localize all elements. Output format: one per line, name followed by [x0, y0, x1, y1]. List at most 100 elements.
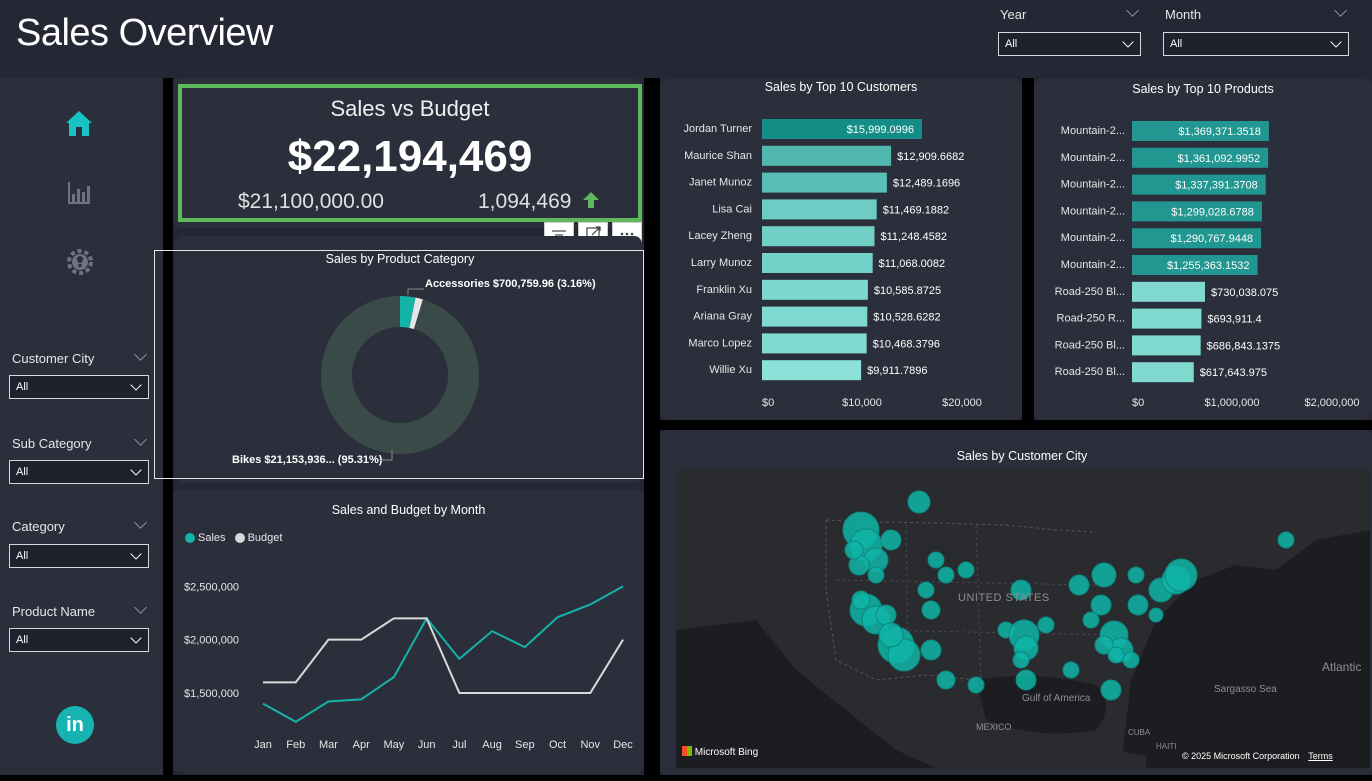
x-tick-label: Dec: [613, 739, 633, 751]
bar[interactable]: [762, 306, 868, 327]
map-copyright: © 2025 Microsoft Corporation Terms: [1182, 751, 1333, 761]
bar-value-label: $686,843.1375: [1207, 340, 1280, 352]
line-chart-title: Sales and Budget by Month: [331, 503, 486, 517]
dashboard: Sales Overview Year All Month All Custom…: [0, 0, 1372, 775]
bar-category-label: Mountain-2...: [1061, 205, 1125, 217]
sub-category-dropdown[interactable]: All: [9, 460, 149, 484]
bar-category-label: Willie Xu: [709, 364, 752, 376]
chevron-down-icon[interactable]: [134, 348, 147, 361]
legend-item-sales[interactable]: Sales: [185, 532, 226, 544]
bar-category-label: Ariana Gray: [693, 311, 752, 323]
chevron-down-icon[interactable]: [1334, 4, 1347, 17]
customer-city-slicer-label: Customer City: [12, 351, 95, 366]
series-line-budget[interactable]: [263, 617, 624, 694]
bar-value-label: $11,248.4582: [880, 231, 946, 243]
bar-value-label: $1,361,092.9952: [1178, 153, 1261, 165]
bar-value-label: $1,255,363.1532: [1167, 260, 1250, 272]
map-label-mexico: MEXICO: [976, 722, 1012, 732]
month-dropdown[interactable]: All: [1163, 32, 1349, 56]
bar[interactable]: [1132, 362, 1194, 383]
chevron-down-icon[interactable]: [1126, 4, 1139, 17]
bar-category-label: Road-250 Bl...: [1055, 339, 1125, 351]
line-chart[interactable]: $1,500,000 $2,000,000 $2,500,000 Jan Feb Mar A…: [173, 555, 644, 765]
x-tick-label: $10,000: [842, 397, 882, 409]
linkedin-icon[interactable]: in: [56, 706, 94, 744]
bar[interactable]: [762, 226, 875, 247]
bar-value-label: $10,468.3796: [873, 338, 940, 350]
chevron-down-icon: [1122, 36, 1134, 48]
x-tick-label: Mar: [319, 739, 338, 751]
kpi-value: $22,194,469: [287, 132, 533, 181]
page-title: Sales Overview: [16, 12, 273, 54]
bing-logo: Microsoft Bing: [682, 746, 758, 758]
bar-value-label: $1,299,028.6788: [1171, 206, 1254, 218]
x-tick-label: Feb: [286, 739, 305, 751]
bar[interactable]: [1132, 335, 1201, 356]
year-dropdown-value: All: [1005, 38, 1018, 50]
donut-label-bikes: Bikes $21,153,936... (95.31%): [232, 454, 383, 466]
x-tick-label: Oct: [549, 739, 566, 751]
x-tick-label: May: [384, 739, 405, 751]
products-title: Sales by Top 10 Products: [1132, 82, 1274, 96]
map-label-gulf: Gulf of America: [1022, 693, 1091, 704]
map-label-sargasso: Sargasso Sea: [1214, 684, 1277, 695]
home-icon[interactable]: [64, 108, 94, 138]
separator: [644, 78, 660, 775]
customers-title: Sales by Top 10 Customers: [764, 80, 918, 94]
kpi-sales-vs-budget[interactable]: Sales vs Budget $22,194,469 $21,100,000.…: [178, 84, 642, 222]
chevron-down-icon[interactable]: [134, 433, 147, 446]
kpi-difference: 1,094,469: [478, 190, 601, 214]
chevron-down-icon[interactable]: [134, 601, 147, 614]
bar[interactable]: [762, 253, 873, 273]
customer-city-dropdown[interactable]: All: [9, 375, 149, 399]
copyright-text: © 2025 Microsoft Corporation: [1182, 751, 1300, 761]
settings-icon[interactable]: [64, 246, 96, 278]
x-tick-label: Jul: [452, 739, 466, 751]
chevron-down-icon: [130, 464, 142, 476]
legend-label-budget: Budget: [247, 532, 283, 544]
bar-value-label: $12,489.1696: [893, 178, 960, 190]
bar[interactable]: [762, 279, 868, 300]
bar[interactable]: [762, 145, 892, 166]
bar-value-label: $1,290,767.9448: [1170, 233, 1253, 245]
bar[interactable]: [762, 199, 877, 220]
kpi-title: Sales vs Budget: [330, 96, 490, 121]
category-dropdown[interactable]: All: [9, 544, 149, 568]
map-label-cuba: CUBA: [1128, 728, 1151, 737]
donut-label-accessories: Accessories $700,759.96 (3.16%): [425, 278, 596, 290]
chevron-down-icon: [130, 379, 142, 391]
legend-item-budget[interactable]: Budget: [234, 532, 283, 544]
sidebar: Customer City All Sub Category All Categ…: [0, 78, 163, 775]
bar-category-label: Lisa Cai: [712, 203, 752, 215]
chevron-down-icon[interactable]: [134, 516, 147, 529]
bar-value-label: $730,038.075: [1211, 287, 1278, 299]
bar-category-label: Mountain-2...: [1061, 232, 1125, 244]
bar[interactable]: [1132, 281, 1206, 302]
y-tick-label: $2,000,000: [184, 635, 239, 647]
bar-value-label: $617,643.975: [1200, 367, 1267, 379]
product-name-dropdown[interactable]: All: [9, 628, 149, 652]
kpi-difference-value: 1,094,469: [478, 190, 572, 213]
bar[interactable]: [762, 172, 887, 193]
arrow-up-icon: [583, 192, 600, 208]
bar-value-label: $693,911.4: [1207, 314, 1261, 326]
bar[interactable]: [1132, 308, 1202, 329]
bar-category-label: Janet Munoz: [689, 177, 752, 189]
customers-bar-chart[interactable]: Jordan Turner $15,999.0996 Maurice Shan $12…: [660, 105, 1022, 415]
bar-category-label: Larry Munoz: [691, 257, 752, 269]
separator: [660, 420, 1372, 430]
chart-icon[interactable]: [66, 180, 92, 206]
customer-city-dropdown-value: All: [16, 381, 29, 393]
bar[interactable]: [762, 333, 867, 354]
bar[interactable]: [762, 360, 862, 381]
map-canvas[interactable]: UNITED STATES Gulf of America MEXICO Sar…: [676, 470, 1370, 768]
bar-category-label: Mountain-2...: [1061, 125, 1125, 137]
year-dropdown[interactable]: All: [998, 32, 1141, 56]
x-tick-label: Aug: [482, 739, 502, 751]
map-label-country: UNITED STATES: [958, 592, 1050, 604]
products-bar-chart[interactable]: Mountain-2... $1,369,371.3518 Mountain-2..…: [1034, 105, 1372, 415]
terms-link[interactable]: Terms: [1308, 751, 1333, 761]
bar-category-label: Maurice Shan: [684, 150, 752, 162]
x-tick-label: Nov: [580, 739, 600, 751]
product-name-dropdown-value: All: [16, 634, 29, 646]
